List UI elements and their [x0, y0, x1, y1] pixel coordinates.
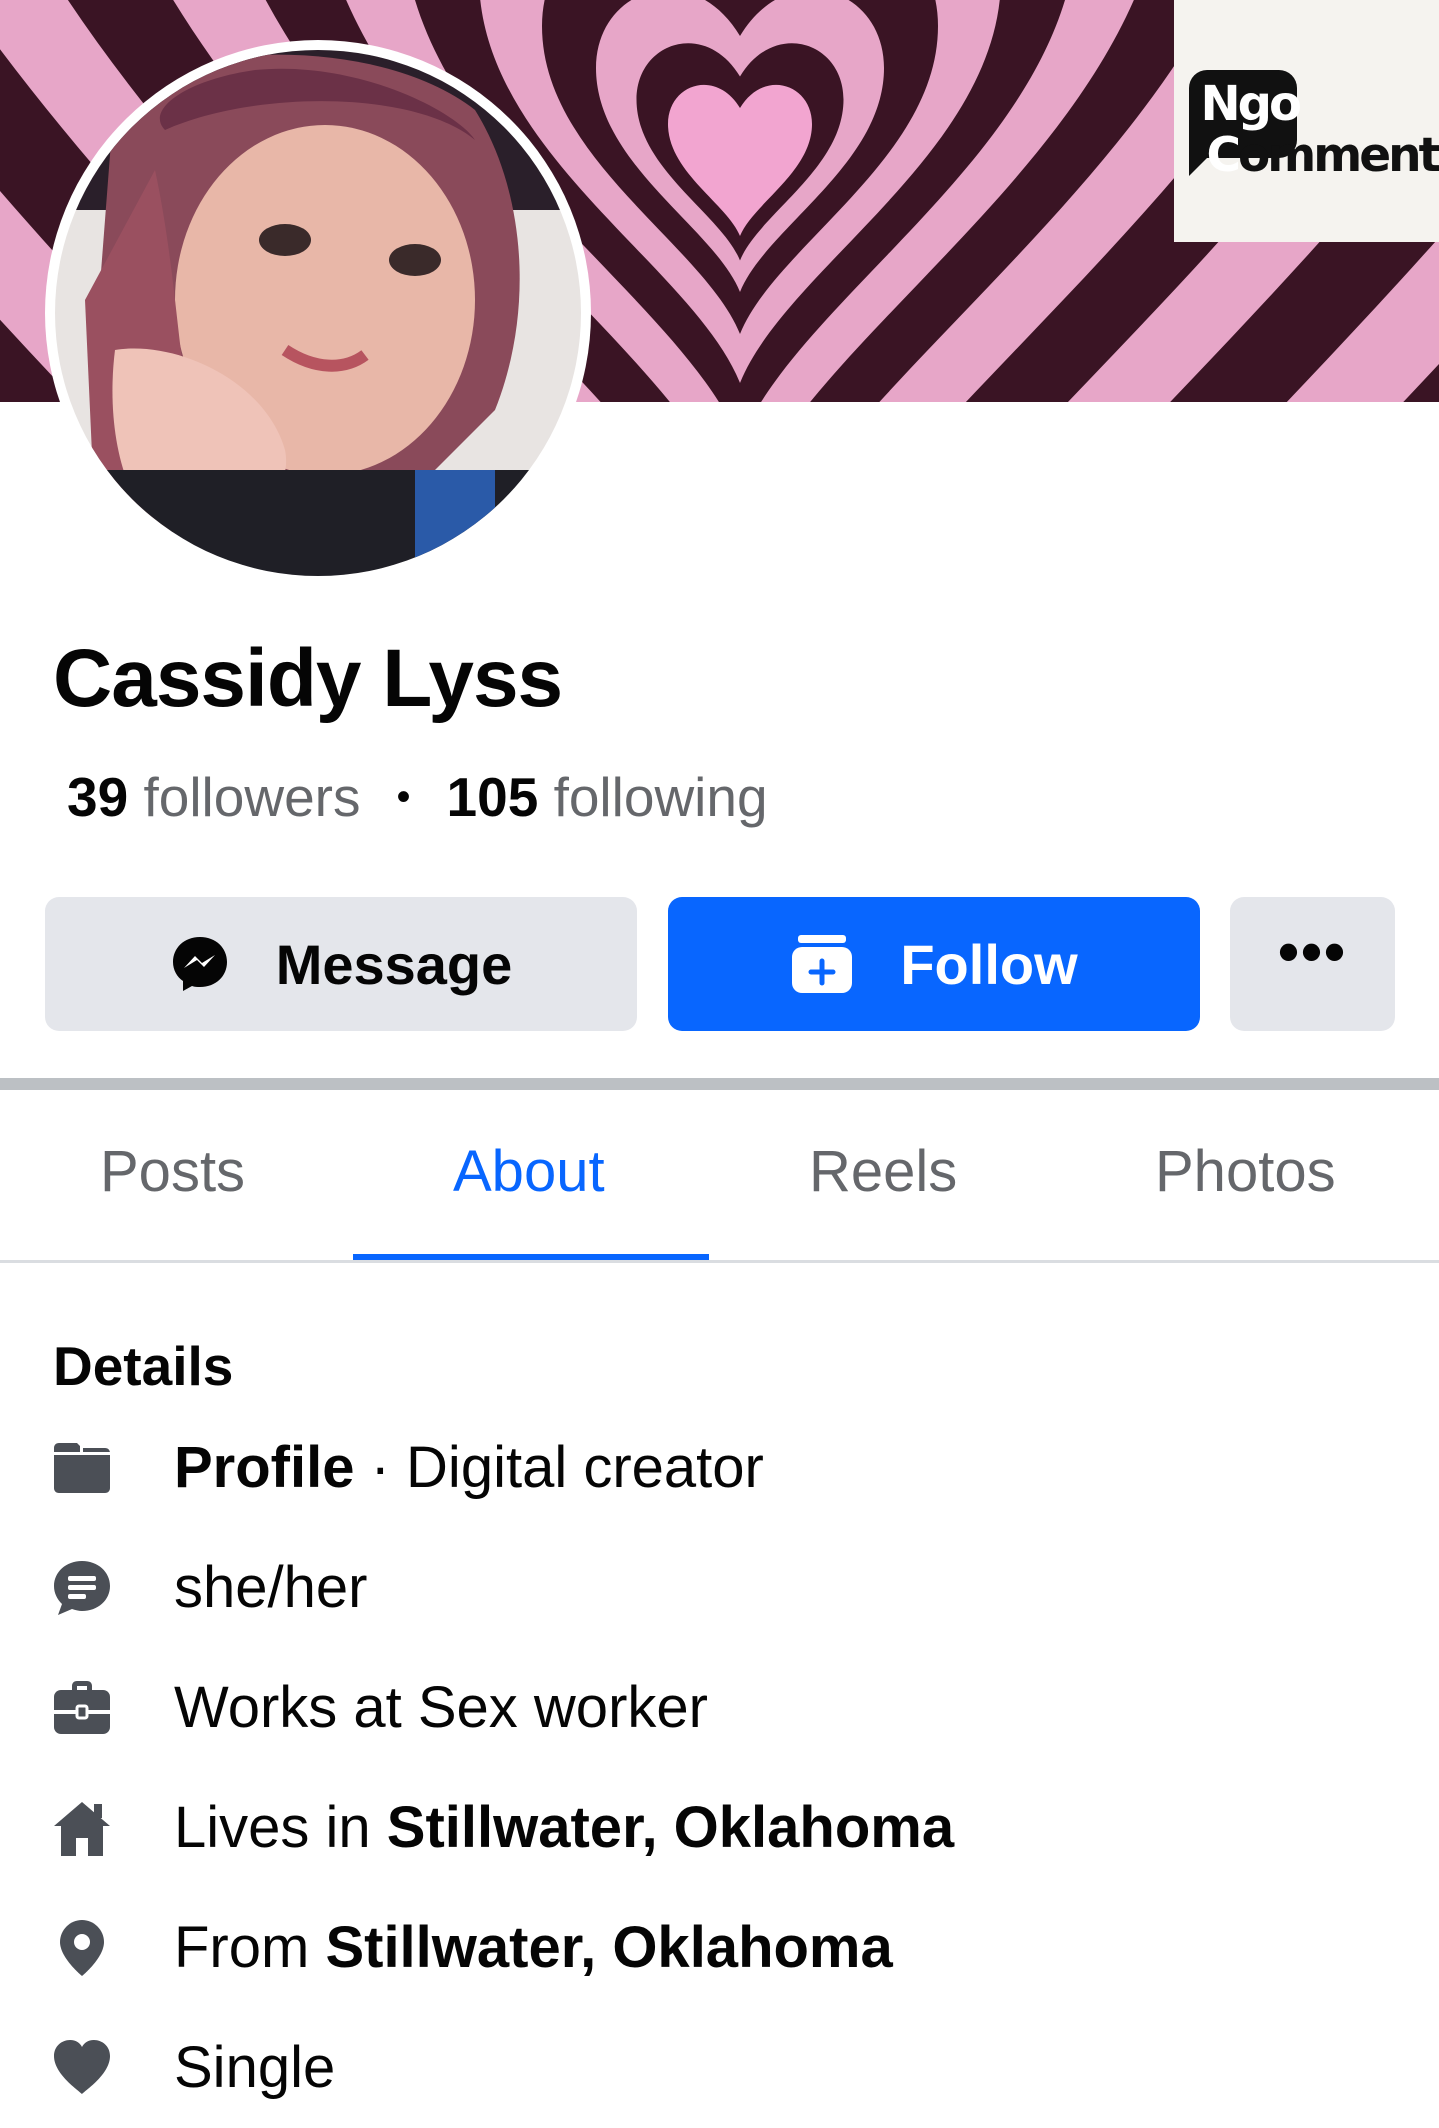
- follow-button[interactable]: Follow: [668, 897, 1200, 1031]
- profile-card-icon: [52, 1438, 112, 1498]
- from-text: From Stillwater, Oklahoma: [174, 1915, 893, 1980]
- followers-link[interactable]: 39 followers: [67, 766, 361, 828]
- profile-avatar[interactable]: [45, 40, 591, 586]
- following-link[interactable]: 105 following: [447, 766, 768, 828]
- following-label: following: [553, 766, 768, 828]
- message-button[interactable]: Message: [45, 897, 637, 1031]
- detail-relationship: Single: [0, 2028, 1439, 2128]
- detail-work: Works at Sex worker: [0, 1668, 1439, 1768]
- avatar-photo: [55, 50, 581, 576]
- ngo-comment-watermark: Ngo Comment: [1174, 0, 1439, 242]
- work-text[interactable]: Works at Sex worker: [174, 1674, 708, 1741]
- detail-lives-in: Lives in Stillwater, Oklahoma: [0, 1788, 1439, 1888]
- detail-profile-type: Profile · Digital creator: [0, 1428, 1439, 1528]
- profile-tabs: Posts About Reels Photos: [0, 1090, 1439, 1262]
- pronoun-bubble-icon: [52, 1558, 112, 1618]
- watermark-line2: Comment: [1206, 128, 1439, 183]
- tab-photos[interactable]: Photos: [1155, 1138, 1336, 1205]
- follow-button-label: Follow: [900, 932, 1078, 996]
- pronouns-text: she/her: [174, 1555, 368, 1620]
- heart-icon: [52, 2038, 112, 2098]
- following-count: 105: [446, 766, 539, 828]
- location-pin-icon: [52, 1918, 112, 1978]
- message-button-label: Message: [275, 932, 513, 996]
- follow-stats: 39 followers • 105 following: [67, 765, 768, 829]
- tab-reels[interactable]: Reels: [809, 1138, 957, 1205]
- section-divider: [0, 1078, 1439, 1090]
- detail-pronouns: she/her: [0, 1548, 1439, 1648]
- lives-in-text: Lives in Stillwater, Oklahoma: [174, 1795, 955, 1860]
- followers-label: followers: [143, 766, 361, 828]
- relationship-text: Single: [174, 2035, 336, 2100]
- more-icon: •••: [1277, 918, 1348, 985]
- stats-separator: •: [396, 775, 411, 819]
- briefcase-icon: [52, 1678, 112, 1738]
- followers-count: 39: [67, 766, 129, 828]
- tab-about[interactable]: About: [453, 1138, 605, 1205]
- lives-in-place-link[interactable]: Stillwater, Oklahoma: [387, 1795, 954, 1860]
- tab-posts[interactable]: Posts: [100, 1138, 245, 1205]
- messenger-icon: [170, 934, 230, 994]
- home-icon: [52, 1798, 112, 1858]
- more-options-button[interactable]: •••: [1230, 897, 1395, 1031]
- detail-from: From Stillwater, Oklahoma: [0, 1908, 1439, 2008]
- watermark-line1: Ngo: [1200, 76, 1303, 132]
- profile-name: Cassidy Lyss: [53, 633, 563, 724]
- profile-type-text: Profile · Digital creator: [174, 1435, 764, 1500]
- follow-add-icon: [790, 933, 854, 995]
- tabs-divider: [0, 1260, 1439, 1263]
- details-heading: Details: [53, 1335, 234, 1397]
- from-place-link[interactable]: Stillwater, Oklahoma: [325, 1915, 892, 1980]
